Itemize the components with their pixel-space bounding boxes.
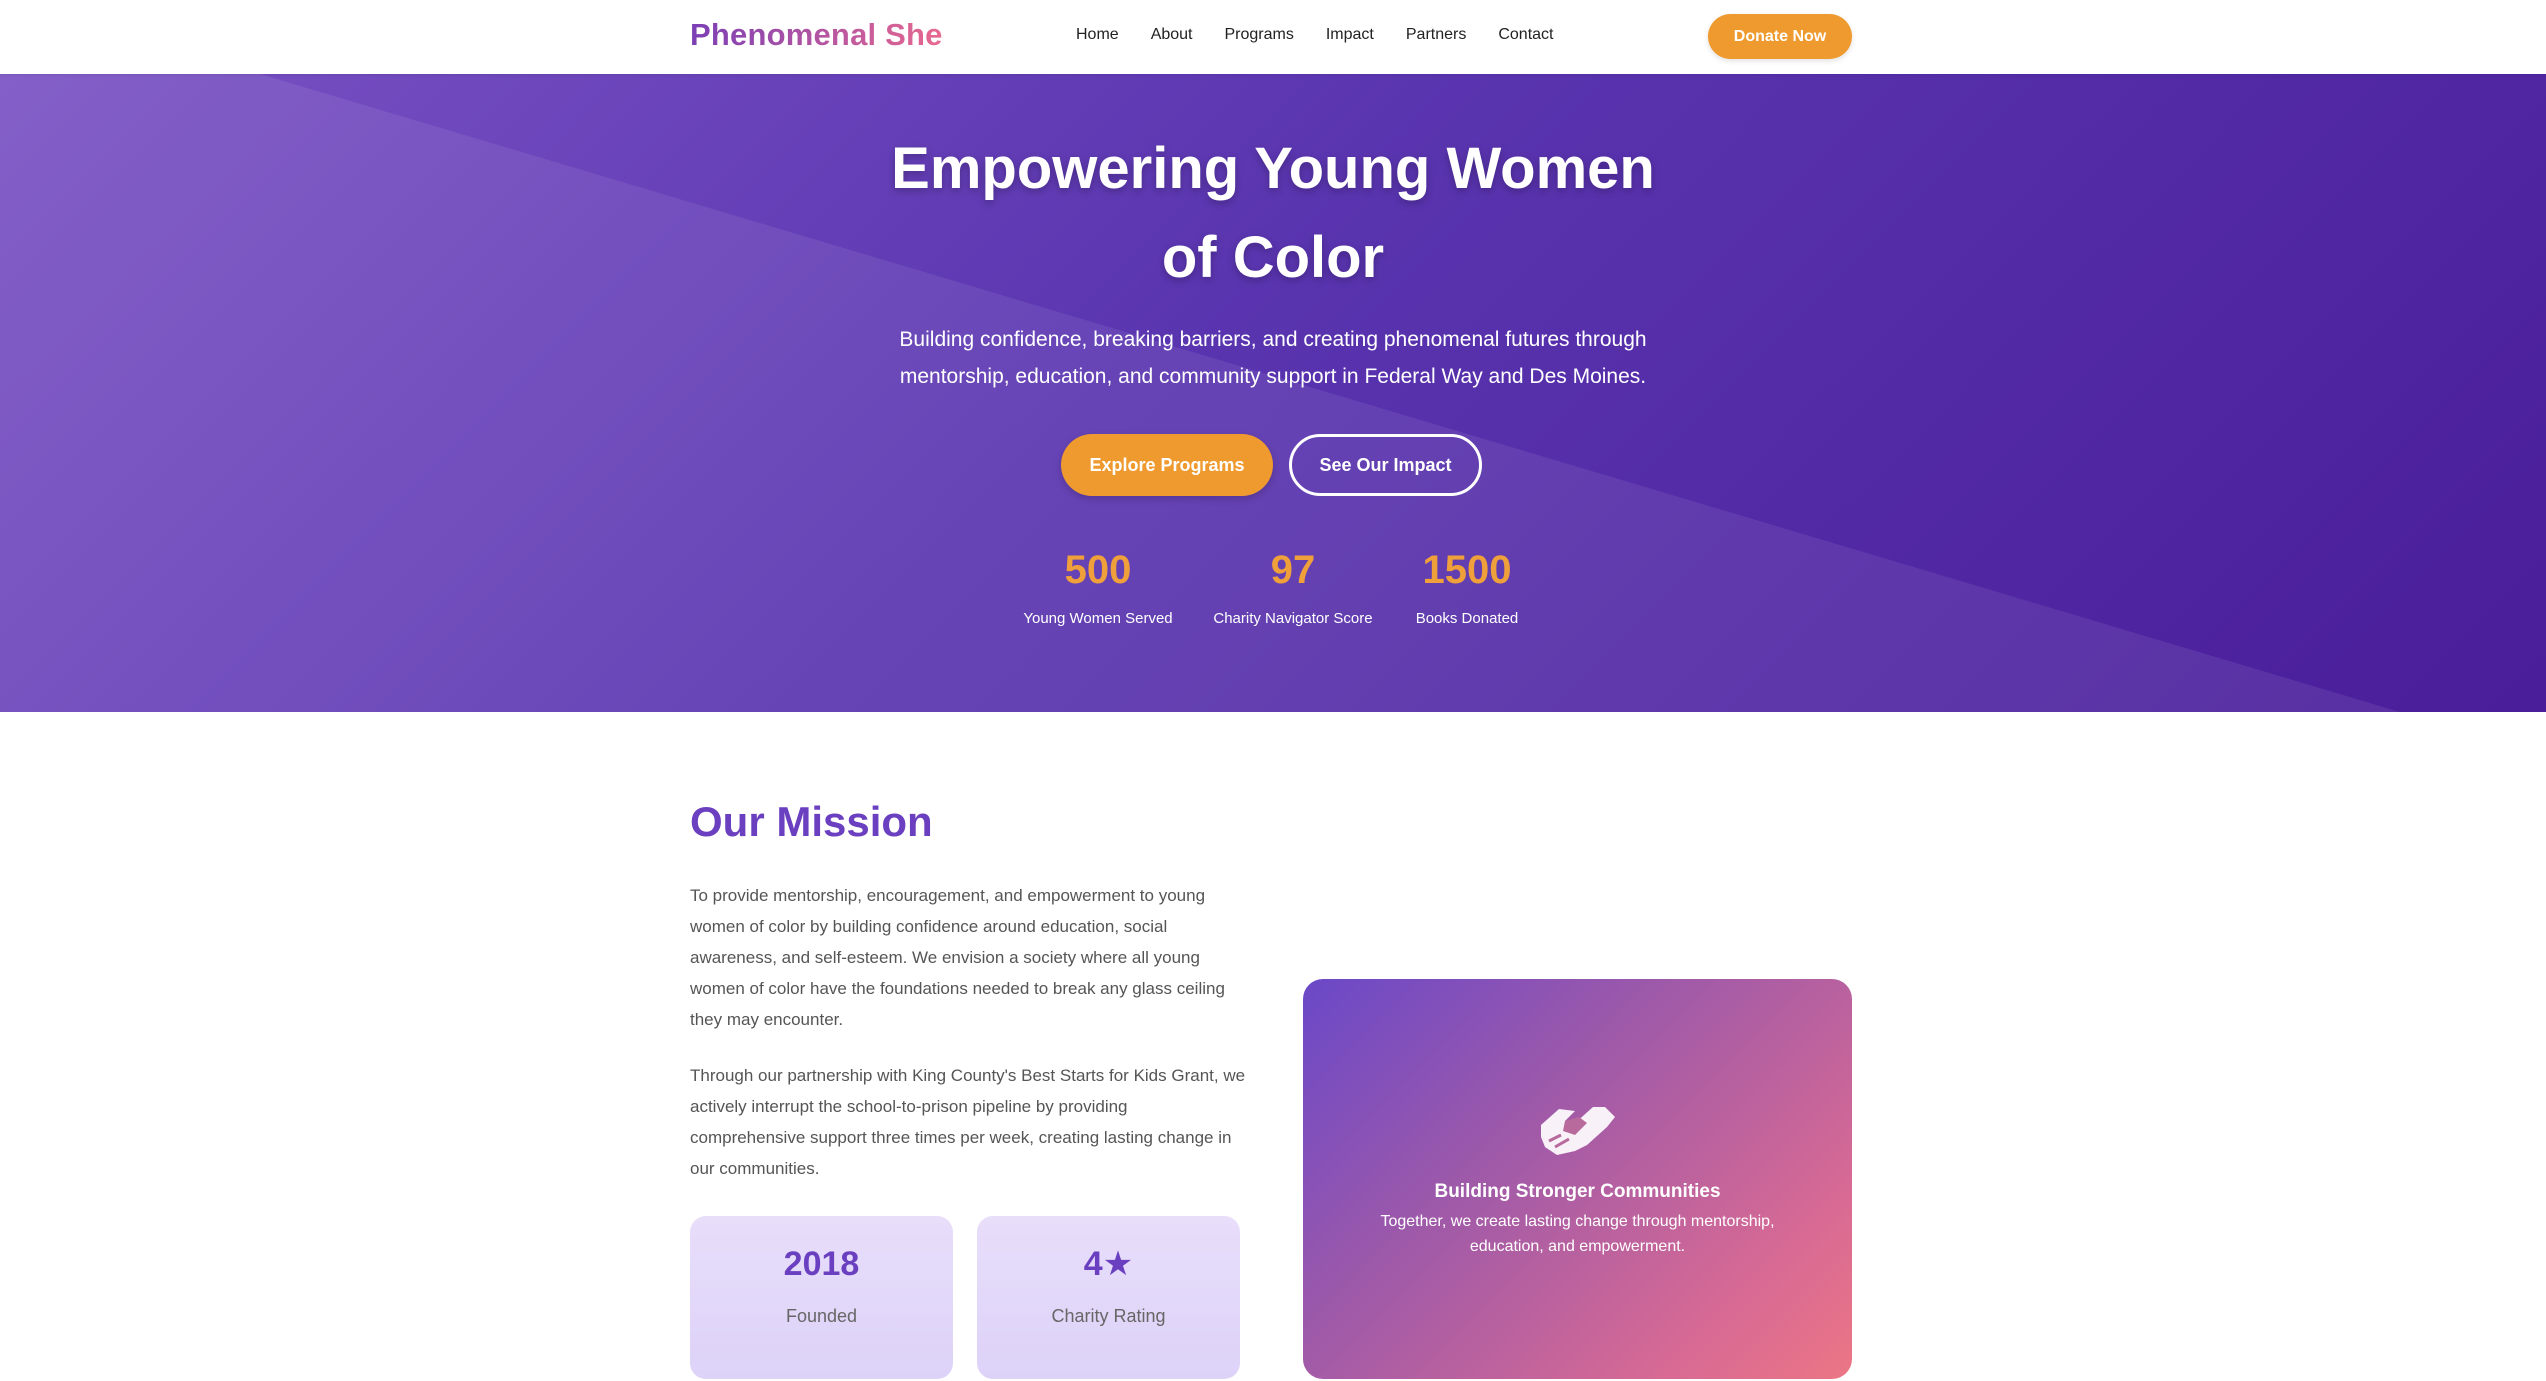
nav-link-about[interactable]: About (1151, 26, 1193, 44)
community-feature-card: Building Stronger Communities Together, … (1303, 979, 1852, 1379)
mission-title: Our Mission (690, 798, 933, 845)
nav-link-home[interactable]: Home (1076, 26, 1119, 44)
hero-title-line2: of Color (1161, 225, 1385, 290)
hero-section: Empowering Young Women of Color Building… (0, 74, 2546, 712)
nav-links: Home About Programs Impact Partners Cont… (1076, 26, 1585, 44)
charity-rating-label: Charity Rating (1051, 1306, 1166, 1326)
stat-label: Young Women Served (1023, 610, 1173, 627)
hero-title: Empowering Young Women of Color (0, 124, 2546, 302)
charity-rating-value: 4★ (1083, 1245, 1134, 1283)
founded-card: 2018 Founded (690, 1216, 953, 1379)
founded-year: 2018 (783, 1245, 860, 1283)
stat-label: Charity Navigator Score (1213, 610, 1373, 627)
nav-link-programs[interactable]: Programs (1225, 26, 1294, 44)
brand-logo[interactable]: Phenomenal She (690, 17, 943, 53)
stat-label: Books Donated (1415, 610, 1519, 627)
explore-programs-button[interactable]: Explore Programs (1061, 434, 1273, 496)
hero-title-line1: Empowering Young Women (891, 136, 1655, 201)
nav-link-contact[interactable]: Contact (1498, 26, 1553, 44)
donate-button[interactable]: Donate Now (1708, 14, 1852, 59)
stat-young-women: 500 Young Women Served (1016, 546, 1180, 627)
hero-subtitle: Building confidence, breaking barriers, … (899, 328, 1647, 388)
founded-label: Founded (785, 1306, 858, 1326)
stat-books-donated: 1500 Books Donated (1406, 546, 1528, 627)
feature-description: Together, we create lasting change throu… (1380, 1213, 1775, 1255)
top-navbar: Phenomenal She Home About Programs Impac… (0, 0, 2546, 74)
nav-link-impact[interactable]: Impact (1326, 26, 1374, 44)
stat-value: 97 (1270, 548, 1316, 592)
stat-value: 500 (1064, 548, 1132, 592)
feature-title: Building Stronger Communities (1434, 1181, 1721, 1202)
stat-value: 1500 (1422, 548, 1512, 592)
stat-charity-score: 97 Charity Navigator Score (1210, 546, 1376, 627)
mission-paragraph-2: Through our partnership with King County… (690, 1066, 1246, 1178)
mission-paragraph-1: To provide mentorship, encouragement, an… (690, 886, 1225, 1029)
nav-link-partners[interactable]: Partners (1406, 26, 1466, 44)
handshake-icon (1541, 1107, 1615, 1155)
see-impact-button[interactable]: See Our Impact (1289, 434, 1482, 496)
charity-rating-card: 4★ Charity Rating (977, 1216, 1240, 1379)
